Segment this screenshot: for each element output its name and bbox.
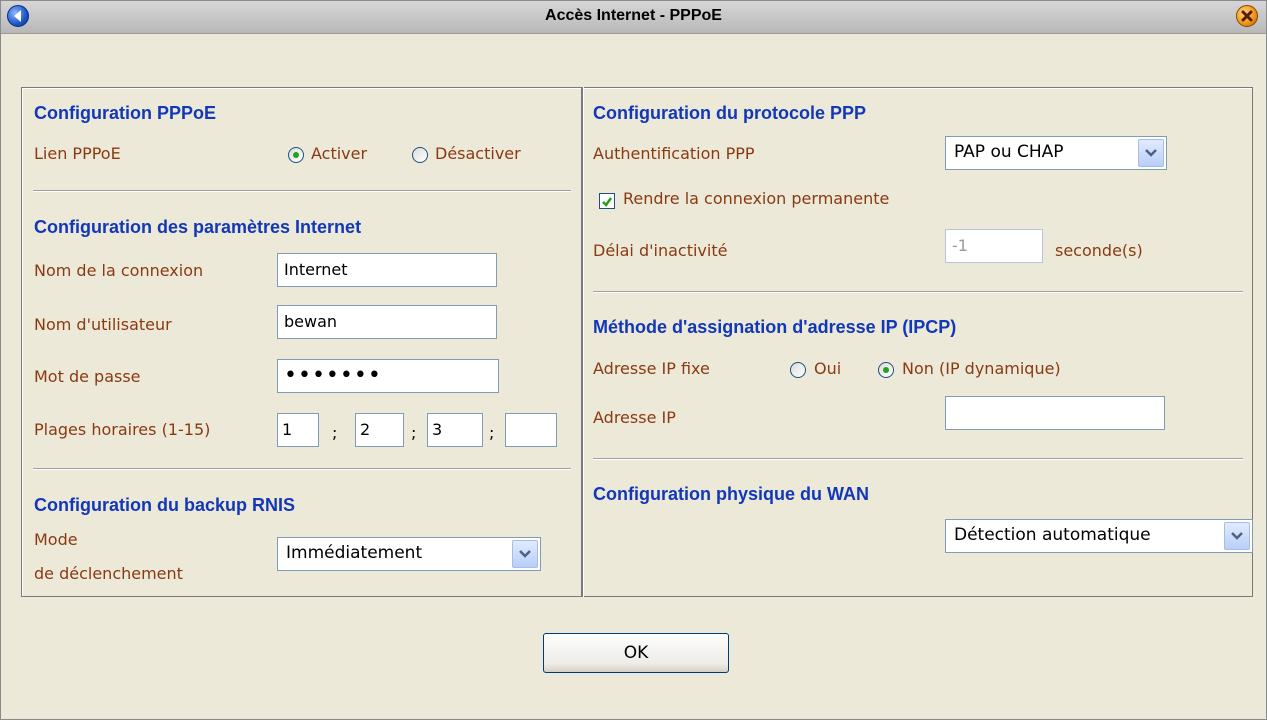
timeslot-separator-2: ; — [411, 423, 417, 442]
fixed-ip-no-radio[interactable] — [878, 362, 894, 378]
ipcp-section-title: Méthode d'assignation d'adresse IP (IPCP… — [593, 317, 957, 337]
internet-section-title: Configuration des paramètres Internet — [34, 217, 362, 237]
permanent-connection-label[interactable]: Rendre la connexion permanente — [623, 189, 889, 208]
timeslot-input-4[interactable] — [505, 413, 557, 447]
fixed-ip-yes-radio[interactable] — [790, 362, 806, 378]
title-bar: Accès Internet - PPPoE — [1, 1, 1266, 34]
wan-section-title: Configuration physique du WAN — [593, 484, 869, 504]
idle-delay-input[interactable]: -1 — [945, 229, 1043, 263]
window-title: Accès Internet - PPPoE — [545, 7, 722, 24]
left-divider-1 — [33, 190, 571, 192]
username-label: Nom d'utilisateur — [34, 315, 172, 334]
fixed-ip-label: Adresse IP fixe — [593, 359, 710, 378]
right-divider-1 — [593, 291, 1243, 293]
idle-delay-label: Délai d'inactivité — [593, 241, 728, 260]
connection-name-input[interactable]: Internet — [277, 253, 497, 287]
idle-delay-unit: seconde(s) — [1055, 241, 1143, 260]
backup-mode-select[interactable]: Immédiatement — [277, 537, 541, 571]
dialog-window: Accès Internet - PPPoE Configuration PPP… — [0, 0, 1267, 720]
ip-address-input[interactable] — [945, 396, 1165, 430]
timeslots-label: Plages horaires (1-15) — [34, 420, 211, 439]
chevron-down-icon[interactable] — [1224, 522, 1250, 550]
password-label: Mot de passe — [34, 367, 141, 386]
backup-mode-label-2: de déclenchement — [34, 564, 183, 583]
permanent-connection-checkbox[interactable] — [599, 193, 615, 209]
chevron-down-icon[interactable] — [1138, 139, 1164, 167]
timeslot-input-2[interactable]: 2 — [355, 413, 404, 447]
right-divider-2 — [593, 458, 1243, 460]
ppp-auth-value: PAP ou CHAP — [954, 142, 1064, 162]
timeslot-separator-3: ; — [489, 423, 495, 442]
pppoe-enable-radio[interactable] — [288, 147, 304, 163]
checkmark-icon — [602, 197, 613, 207]
username-input[interactable]: bewan — [277, 305, 497, 339]
pppoe-disable-radio[interactable] — [412, 147, 428, 163]
backup-mode-label-1: Mode — [34, 530, 78, 549]
wan-mode-select[interactable]: Détection automatique — [945, 519, 1253, 553]
fixed-ip-no-label[interactable]: Non (IP dynamique) — [902, 359, 1061, 378]
close-icon[interactable] — [1236, 5, 1258, 27]
connection-name-label: Nom de la connexion — [34, 261, 204, 280]
timeslot-input-1[interactable]: 1 — [277, 413, 319, 447]
ppp-section-title: Configuration du protocole PPP — [593, 103, 866, 123]
ok-button[interactable]: OK — [543, 633, 729, 673]
pppoe-disable-label[interactable]: Désactiver — [435, 144, 521, 163]
column-divider — [581, 87, 584, 597]
timeslot-input-3[interactable]: 3 — [427, 413, 483, 447]
wan-mode-value: Détection automatique — [954, 525, 1151, 545]
backup-mode-value: Immédiatement — [286, 543, 423, 563]
pppoe-enable-label[interactable]: Activer — [311, 144, 367, 163]
timeslot-separator-1: ; — [332, 423, 338, 442]
backup-section-title: Configuration du backup RNIS — [34, 495, 295, 515]
ip-address-label: Adresse IP — [593, 408, 676, 427]
left-divider-2 — [33, 468, 571, 470]
pppoe-section-title: Configuration PPPoE — [34, 103, 216, 123]
ppp-auth-label: Authentification PPP — [593, 144, 755, 163]
password-input[interactable]: ••••••• — [277, 359, 499, 393]
chevron-down-icon[interactable] — [512, 540, 538, 568]
fixed-ip-yes-label[interactable]: Oui — [814, 359, 841, 378]
pppoe-link-label: Lien PPPoE — [34, 144, 121, 163]
ppp-auth-select[interactable]: PAP ou CHAP — [945, 136, 1167, 170]
